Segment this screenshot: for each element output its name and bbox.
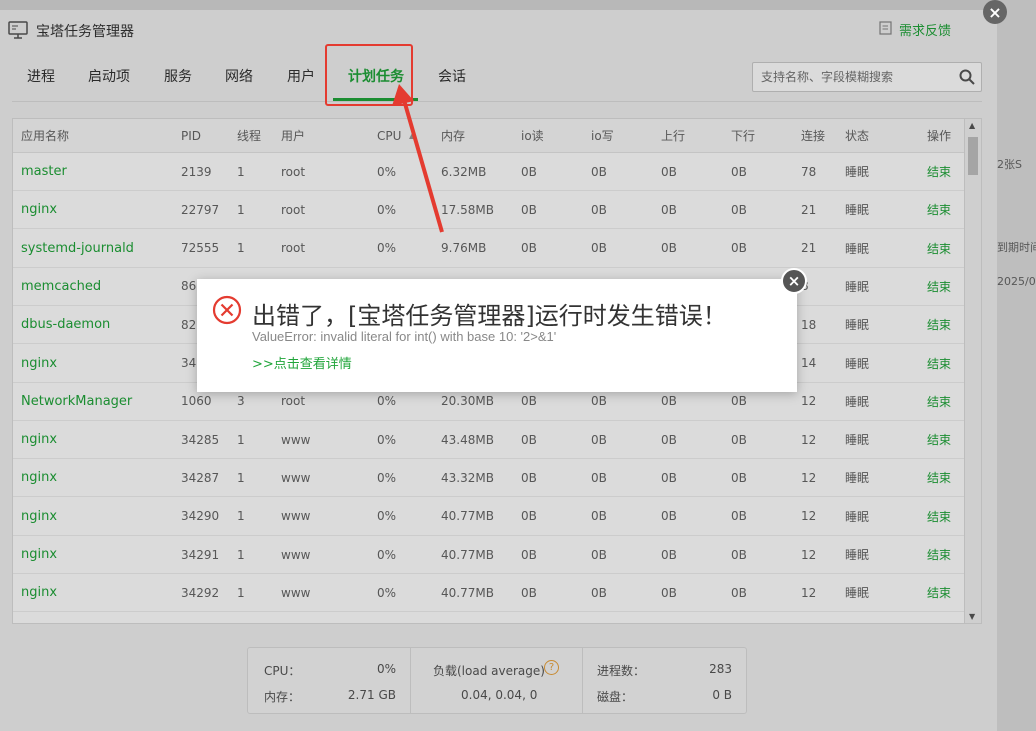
- error-title: 出错了，[宝塔任务管理器]运行时发生错误！: [252, 302, 727, 330]
- window-close-button[interactable]: ×: [983, 0, 1007, 24]
- error-details-link[interactable]: >>点击查看详情: [252, 353, 352, 372]
- error-dialog: 出错了，[宝塔任务管理器]运行时发生错误！ ValueError: invali…: [197, 279, 797, 392]
- annotation-highlight-box: [325, 44, 413, 106]
- error-dialog-close-button[interactable]: ×: [781, 268, 807, 294]
- error-icon: [212, 295, 242, 328]
- error-message: ValueError: invalid literal for int() wi…: [252, 329, 557, 344]
